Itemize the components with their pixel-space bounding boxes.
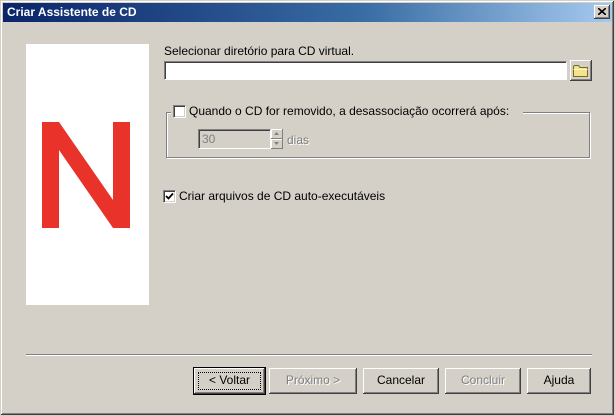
help-button[interactable]: Ajuda: [527, 368, 591, 394]
days-unit-label: dias: [287, 133, 310, 147]
checkmark-icon: [165, 192, 174, 200]
brand-panel: [26, 44, 149, 305]
finish-button[interactable]: Concluir: [445, 368, 521, 394]
back-button[interactable]: < Voltar: [194, 368, 265, 394]
close-icon: [598, 8, 606, 15]
window-title: Criar Assistente de CD: [7, 5, 137, 19]
folder-icon: [573, 65, 588, 77]
next-button[interactable]: Próximo >: [269, 368, 357, 394]
autorun-checkbox[interactable]: [163, 190, 176, 203]
title-bar[interactable]: Criar Assistente de CD: [3, 3, 612, 22]
days-spin-up[interactable]: [271, 129, 283, 139]
disassociate-label: Quando o CD for removido, a desassociaçã…: [189, 104, 510, 118]
novell-n-logo: [42, 122, 130, 228]
cancel-button-label: Cancelar: [376, 373, 426, 387]
cancel-button[interactable]: Cancelar: [363, 368, 439, 394]
arrow-up-icon: [274, 132, 279, 135]
back-button-label: < Voltar: [208, 373, 251, 387]
close-button[interactable]: [594, 5, 610, 19]
arrow-down-icon: [274, 142, 279, 145]
directory-label: Selecionar diretório para CD virtual.: [164, 44, 355, 58]
directory-input[interactable]: [164, 61, 567, 80]
finish-button-label: Concluir: [460, 373, 505, 387]
browse-folder-button[interactable]: [570, 60, 592, 81]
button-separator: [26, 354, 592, 356]
days-input[interactable]: 30: [198, 129, 271, 149]
help-button-label: Ajuda: [543, 373, 575, 387]
wizard-dialog: Criar Assistente de CD Selecionar diretó…: [0, 0, 615, 416]
next-button-label: Próximo >: [285, 373, 341, 387]
autorun-label: Criar arquivos de CD auto-executáveis: [179, 189, 386, 203]
disassociate-checkbox[interactable]: [173, 105, 186, 118]
days-spin-down[interactable]: [271, 139, 283, 149]
